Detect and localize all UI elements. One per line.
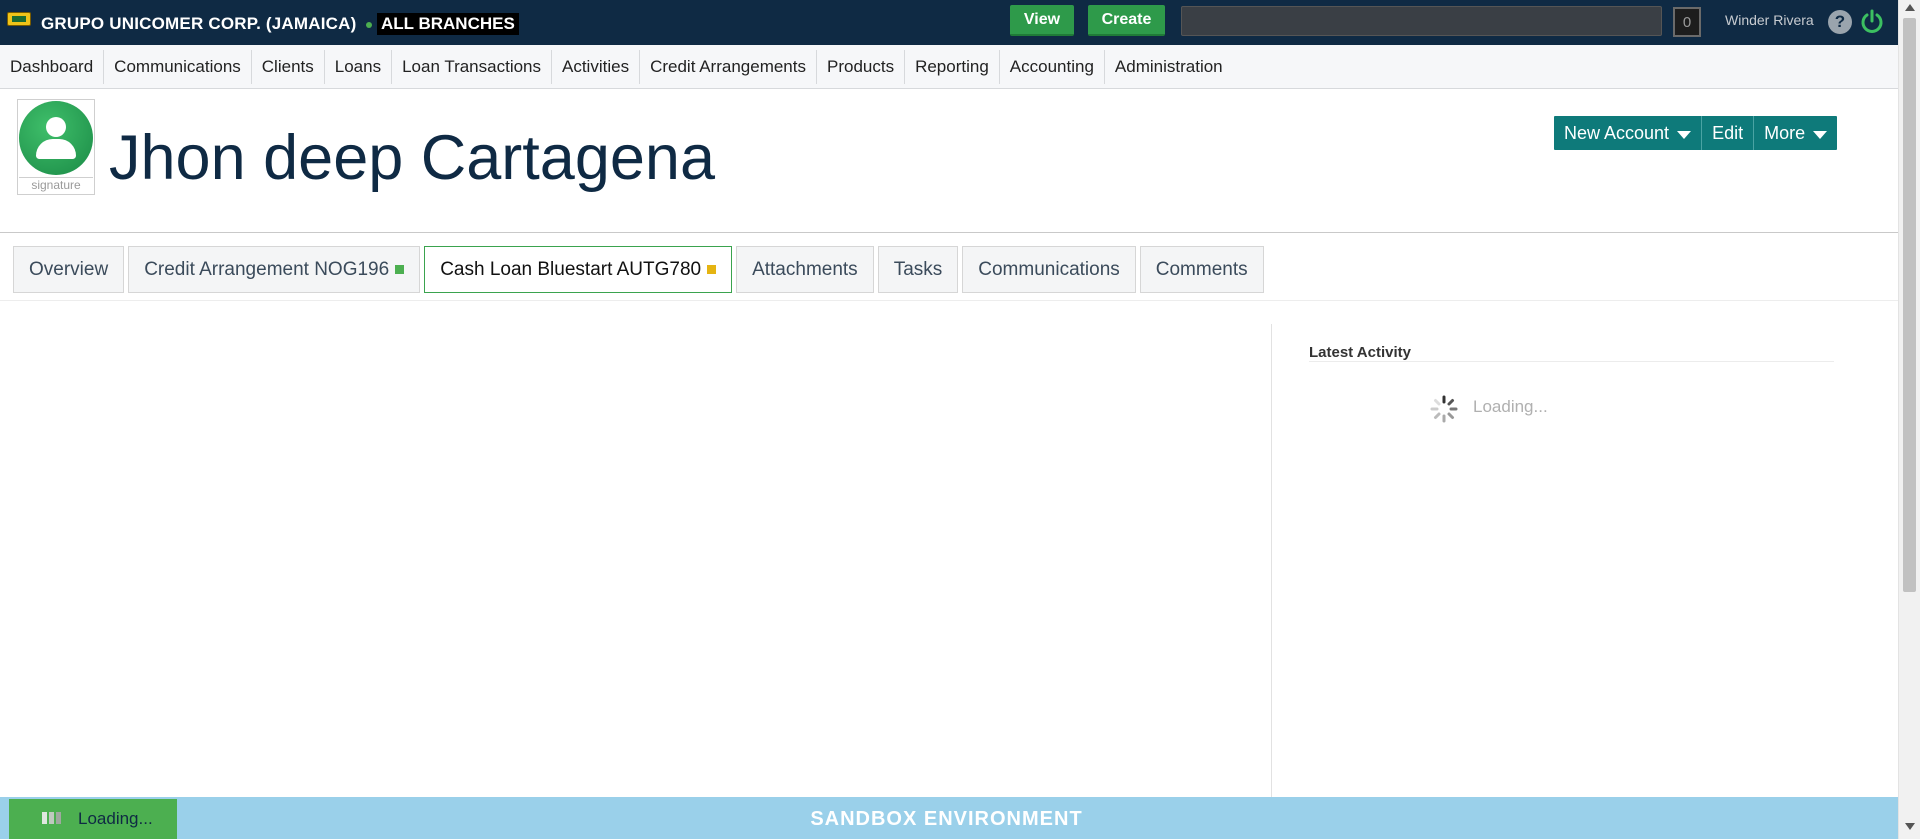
status-square-icon [707,265,717,274]
nav-item-activities[interactable]: Activities [552,49,641,84]
chevron-down-icon [1813,130,1828,139]
help-icon[interactable]: ? [1828,10,1852,34]
user-name-link[interactable]: Winder Rivera [1725,12,1814,28]
tab-overview[interactable]: Overview [13,246,125,293]
loading-spinner-icon [1430,395,1458,423]
nav-item-clients[interactable]: Clients [252,49,325,84]
nav-item-dashboard[interactable]: Dashboard [0,49,105,84]
divider [0,300,1898,301]
tab-attachments[interactable]: Attachments [736,246,874,293]
top-bar: GRUPO UNICOMER CORP. (JAMAICA) ALL BRANC… [0,0,1898,45]
create-button[interactable]: Create [1088,5,1165,36]
search-input[interactable] [1181,6,1662,36]
notification-counter[interactable]: 0 [1673,7,1701,37]
nav-item-products[interactable]: Products [817,49,906,84]
panel-divider [1271,324,1272,797]
tab-comments[interactable]: Comments [1139,246,1264,293]
nav-item-loans[interactable]: Loans [325,49,393,84]
tab-communications[interactable]: Communications [962,246,1136,293]
avatar[interactable]: signature [17,99,95,195]
environment-banner: SANDBOX ENVIRONMENT Loading... [0,797,1898,839]
more-label: More [1764,122,1806,143]
loading-bars-icon [42,812,61,824]
main-navigation: Dashboard Communications Clients Loans L… [0,45,1898,89]
sandbox-label: SANDBOX ENVIRONMENT [810,808,1083,830]
user-avatar-icon [19,101,93,175]
tab-tasks[interactable]: Tasks [877,246,959,293]
signature-caption: signature [19,177,93,193]
client-tabs: Overview Credit Arrangement NOG196 Cash … [13,246,1264,294]
scroll-down-icon[interactable] [1905,823,1915,830]
client-actions: New Account Edit More [1554,116,1838,150]
activity-loading-text: Loading... [1473,397,1548,416]
power-icon[interactable] [1859,9,1885,35]
edit-button[interactable]: Edit [1702,116,1755,150]
branch-status-dot-icon [366,22,372,28]
nav-item-credit-arrangements[interactable]: Credit Arrangements [640,49,817,84]
company-logo-icon [7,12,31,26]
divider [1309,361,1834,362]
chevron-down-icon [1677,130,1692,139]
nav-item-accounting[interactable]: Accounting [1000,49,1105,84]
nav-item-administration[interactable]: Administration [1105,50,1233,84]
view-button[interactable]: View [1010,5,1074,36]
organization-name: GRUPO UNICOMER CORP. (JAMAICA) [41,14,357,33]
scroll-thumb[interactable] [1903,18,1916,592]
more-button[interactable]: More [1754,116,1837,150]
status-square-icon [395,265,405,274]
loading-indicator: Loading... [9,799,177,839]
new-account-label: New Account [1564,122,1670,143]
tab-cash-loan[interactable]: Cash Loan Bluestart AUTG780 [424,246,733,293]
nav-item-loan-transactions[interactable]: Loan Transactions [392,49,552,84]
nav-item-communications[interactable]: Communications [104,49,252,84]
page-title: Jhon deep Cartagena [109,123,715,193]
tab-credit-arrangement[interactable]: Credit Arrangement NOG196 [128,246,421,293]
scrollbar[interactable] [1898,0,1920,839]
new-account-button[interactable]: New Account [1554,116,1703,150]
scroll-up-icon[interactable] [1905,4,1915,11]
divider [0,232,1898,233]
nav-item-reporting[interactable]: Reporting [905,49,1000,84]
latest-activity-heading: Latest Activity [1309,344,1411,361]
branch-selector[interactable]: ALL BRANCHES [377,13,519,35]
